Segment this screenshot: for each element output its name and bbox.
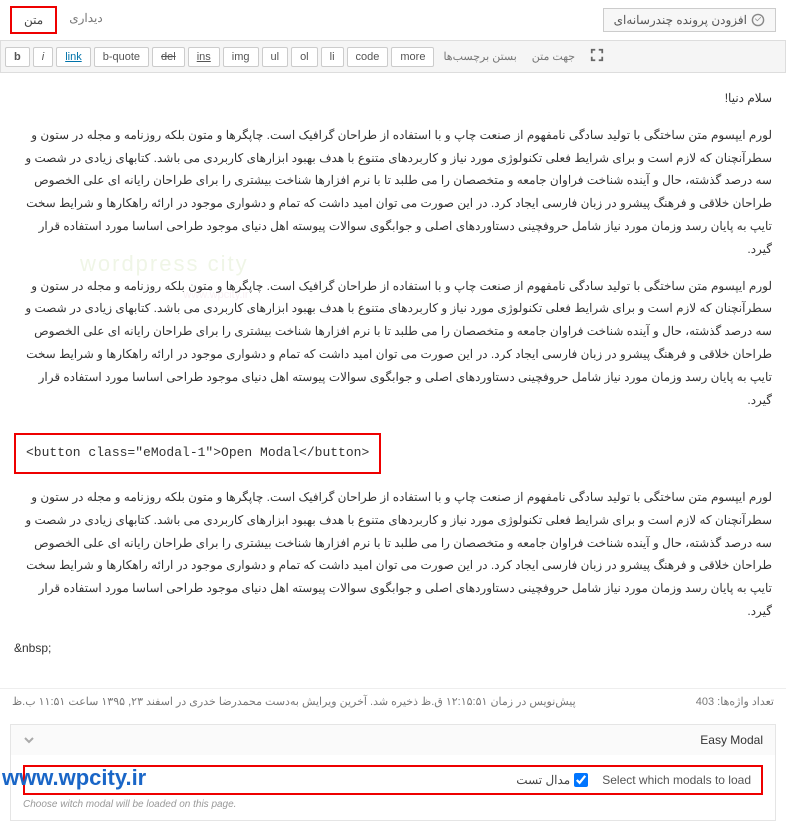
add-media-label: افزودن پرونده چندرسانه‌ای bbox=[614, 13, 747, 27]
draft-saved-info: پیش‌نویس در زمان ۱۲:۱۵:۵۱ ق.ظ ذخیره شد. … bbox=[12, 695, 576, 708]
select-modals-label: Select which modals to load bbox=[602, 773, 751, 787]
editor-status-bar: تعداد واژه‌ها: 403 پیش‌نویس در زمان ۱۲:۱… bbox=[0, 688, 786, 714]
htmltag-i[interactable]: i bbox=[33, 47, 53, 67]
site-url-overlay: www.wpcity.ir bbox=[0, 765, 146, 791]
modal-checkbox[interactable] bbox=[574, 773, 588, 787]
paragraph-3: لورم ایپسوم متن ساختگی با تولید سادگی نا… bbox=[14, 486, 772, 623]
htmltag-bquote[interactable]: b-quote bbox=[94, 47, 149, 67]
htmltag-ul[interactable]: ul bbox=[262, 47, 289, 67]
fullscreen-toggle[interactable] bbox=[584, 45, 610, 68]
tab-text[interactable]: متن bbox=[10, 6, 57, 34]
htmltag-b[interactable]: b bbox=[5, 47, 30, 67]
modal-option[interactable]: مدال تست bbox=[516, 773, 588, 787]
metabox-description: Choose witch modal will be loaded on thi… bbox=[23, 795, 763, 810]
paragraph-2: لورم ایپسوم متن ساختگی با تولید سادگی نا… bbox=[14, 275, 772, 412]
htmltag-more[interactable]: more bbox=[391, 47, 434, 67]
word-count: تعداد واژه‌ها: 403 bbox=[696, 695, 774, 708]
add-media-button[interactable]: افزودن پرونده چندرسانه‌ای bbox=[603, 8, 776, 32]
htmltag-ol[interactable]: ol bbox=[291, 47, 318, 67]
htmltag-link[interactable]: link bbox=[56, 47, 91, 67]
text-direction-label[interactable]: جهت متن bbox=[532, 50, 575, 63]
nbsp-entity: &nbsp; bbox=[14, 637, 772, 660]
editor-tabs: دیداری متن bbox=[10, 6, 115, 34]
editor-toolbar: b i link b-quote del ins img ul ol li co… bbox=[0, 40, 786, 73]
htmltag-ins[interactable]: ins bbox=[188, 47, 220, 67]
htmltag-del[interactable]: del bbox=[152, 47, 185, 67]
close-tags-label[interactable]: بستن برچسب‌ها bbox=[443, 50, 516, 63]
chevron-down-icon bbox=[23, 734, 35, 746]
paragraph-1: لورم ایپسوم متن ساختگی با تولید سادگی نا… bbox=[14, 124, 772, 261]
htmltag-li[interactable]: li bbox=[321, 47, 344, 67]
tab-visual[interactable]: دیداری bbox=[57, 6, 115, 34]
metabox-title: Easy Modal bbox=[700, 733, 763, 747]
fullscreen-icon bbox=[590, 48, 604, 62]
modal-option-label: مدال تست bbox=[516, 773, 570, 787]
greeting-text: سلام دنیا! bbox=[14, 87, 772, 110]
modal-button-code: <button class="eModal-1">Open Modal</but… bbox=[14, 433, 381, 474]
htmltag-code[interactable]: code bbox=[347, 47, 389, 67]
htmltag-img[interactable]: img bbox=[223, 47, 259, 67]
text-editor-area[interactable]: wordpress city www.wpcity.ir سلام دنیا! … bbox=[0, 73, 786, 688]
editor-topbar: افزودن پرونده چندرسانه‌ای دیداری متن bbox=[0, 0, 786, 40]
media-icon bbox=[751, 13, 765, 27]
metabox-header[interactable]: Easy Modal bbox=[11, 725, 775, 755]
